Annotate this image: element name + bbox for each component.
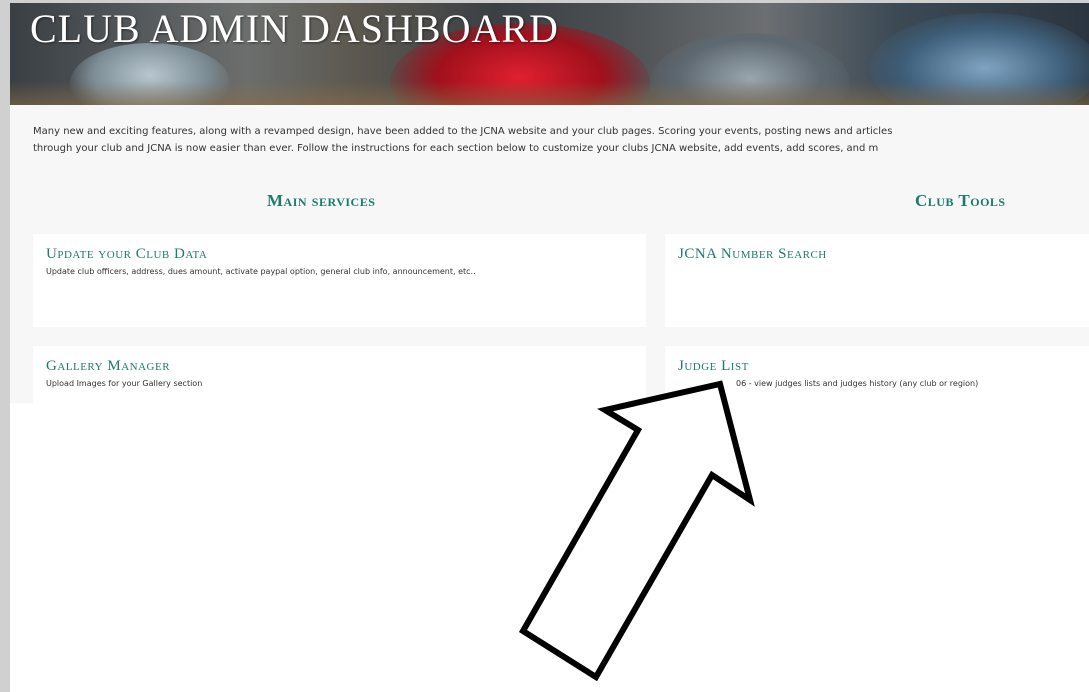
outlined-arrow-icon <box>518 380 755 682</box>
